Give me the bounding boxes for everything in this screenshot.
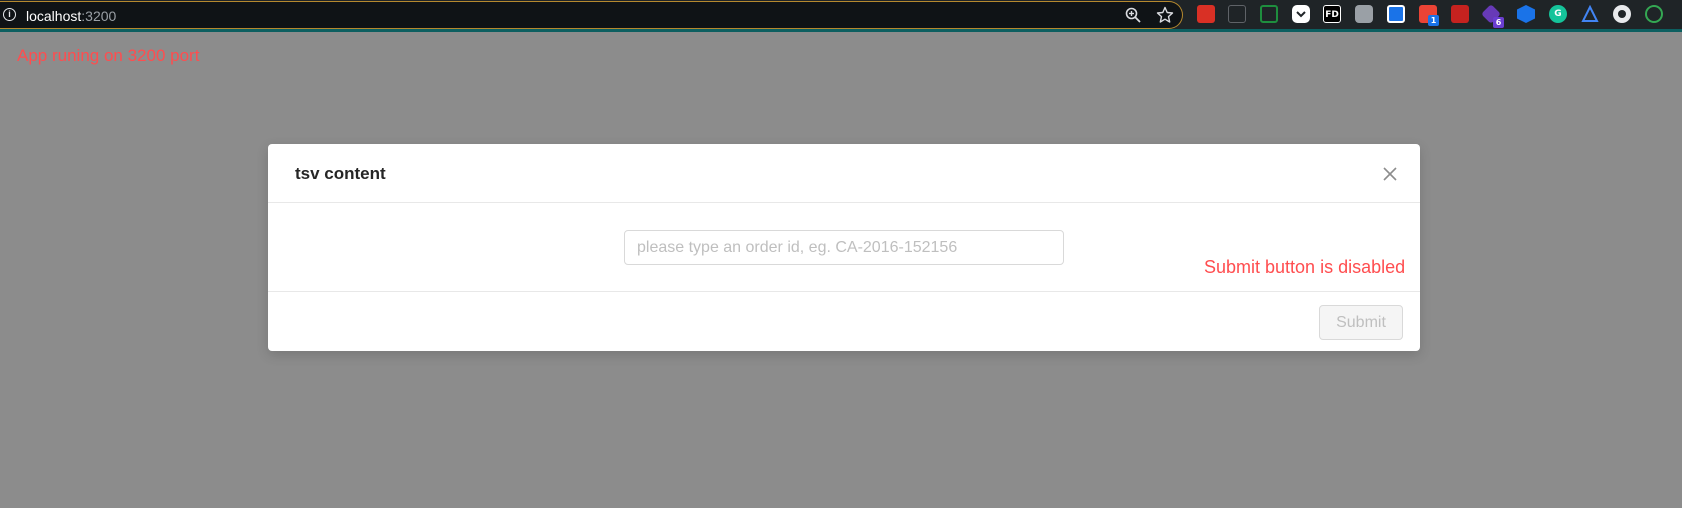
extension-fd-icon[interactable]: FD xyxy=(1323,5,1341,23)
extension-green-icon[interactable] xyxy=(1645,5,1663,23)
extension-badge-count: 1 xyxy=(1428,15,1439,26)
site-info-icon[interactable]: i xyxy=(3,8,16,21)
extension-globe-icon[interactable] xyxy=(1613,5,1631,23)
address-bar[interactable]: i localhost:3200 xyxy=(0,1,1183,29)
modal-dialog: tsv content Submit button is disabled Su… xyxy=(268,144,1420,351)
url-host: localhost xyxy=(26,8,82,24)
modal-header: tsv content xyxy=(268,144,1420,203)
extension-red-icon[interactable] xyxy=(1197,5,1215,23)
extension-cube-icon[interactable] xyxy=(1517,5,1535,23)
order-id-input[interactable] xyxy=(624,230,1064,265)
submit-disabled-annotation: Submit button is disabled xyxy=(1204,257,1406,277)
extension-youtube-icon[interactable] xyxy=(1451,5,1469,23)
url-text[interactable]: localhost:3200 xyxy=(26,8,116,24)
modal-title: tsv content xyxy=(295,164,386,183)
zoom-icon[interactable] xyxy=(1123,6,1143,26)
extension-blue-icon[interactable] xyxy=(1387,5,1405,23)
extension-triangle-icon[interactable] xyxy=(1581,4,1599,23)
submit-button[interactable]: Submit xyxy=(1319,305,1403,340)
url-port: :3200 xyxy=(81,8,117,24)
grammarly-icon[interactable]: G xyxy=(1549,5,1567,23)
extension-screenshot-icon[interactable] xyxy=(1260,5,1278,23)
close-icon[interactable] xyxy=(1378,162,1402,186)
modal-footer: Submit xyxy=(268,292,1420,351)
browser-toolbar: i localhost:3200 FD 1 6 G xyxy=(0,0,1682,32)
extension-resize-icon[interactable] xyxy=(1228,5,1246,23)
pocket-icon[interactable] xyxy=(1292,5,1310,23)
modal-body: Submit button is disabled xyxy=(268,203,1420,292)
extension-purple-badge: 6 xyxy=(1493,17,1504,28)
extension-badge-icon[interactable]: 1 xyxy=(1419,5,1439,26)
bookmark-star-icon[interactable] xyxy=(1155,6,1175,26)
port-annotation: App runing on 3200 port xyxy=(17,46,200,65)
camera-icon[interactable] xyxy=(1355,5,1373,23)
